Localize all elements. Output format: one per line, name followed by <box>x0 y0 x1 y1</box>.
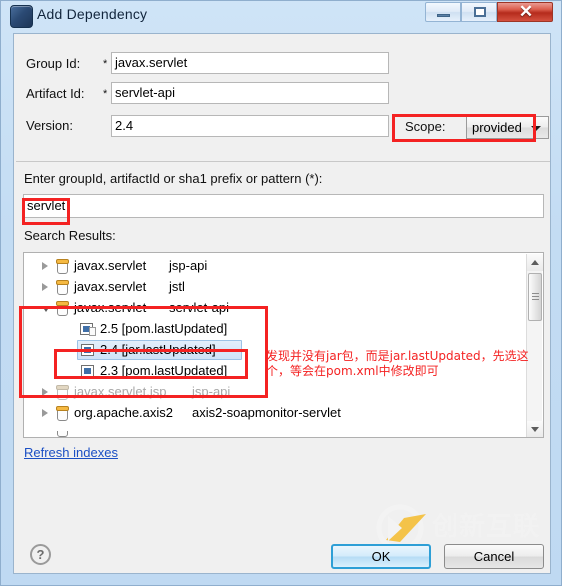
close-icon: ✕ <box>498 3 554 21</box>
maven-dependency-glyph: ⃺ <box>13 6 31 27</box>
chevron-right-icon[interactable] <box>42 283 48 291</box>
tree-row-version: 2.5 [pom.lastUpdated] <box>100 321 227 336</box>
window-title: Add Dependency <box>37 6 147 22</box>
tree-row[interactable]: javax.servlet servlet-api <box>24 298 524 319</box>
artifact-id-label: Artifact Id: <box>26 86 85 101</box>
tree-row[interactable]: 2.3 [pom.lastUpdated] <box>24 361 524 382</box>
chevron-right-icon[interactable] <box>42 388 48 396</box>
search-prompt-label: Enter groupId, artifactId or sha1 prefix… <box>24 171 322 186</box>
search-results-label: Search Results: <box>24 228 116 243</box>
scrollbar-grip-icon <box>532 293 539 300</box>
scroll-up-button[interactable] <box>527 254 543 271</box>
chevron-right-icon[interactable] <box>42 262 48 270</box>
tree-row[interactable]: javax.servlet jsp-api <box>24 256 524 277</box>
scroll-down-icon <box>531 427 539 432</box>
add-dependency-dialog: ⃺ Add Dependency ✕ Group Id: * javax.ser… <box>0 0 562 586</box>
scrollbar-thumb[interactable] <box>528 273 542 321</box>
tree-row-artifact: jsp-api <box>192 384 230 399</box>
chevron-down-icon <box>531 126 541 131</box>
tree-row-artifact: jstl <box>169 279 185 294</box>
scroll-down-button[interactable] <box>527 421 543 438</box>
tree-row-group: javax.servlet.jsp <box>74 384 166 399</box>
tree-row-group: javax.servlet <box>74 258 146 273</box>
section-divider <box>16 161 550 162</box>
version-input[interactable]: 2.4 <box>111 115 389 137</box>
version-pom-icon <box>80 323 93 335</box>
version-icon <box>81 365 94 377</box>
version-label: Version: <box>26 118 73 133</box>
jar-icon <box>56 259 69 274</box>
scroll-up-icon <box>531 260 539 265</box>
chevron-down-icon[interactable] <box>42 306 50 312</box>
tree-row-artifact: axis2-soapmonitor-servlet <box>192 405 341 420</box>
close-button[interactable]: ✕ <box>497 2 553 22</box>
tree-row-selected[interactable]: 2.4 [jar.lastUpdated] <box>24 340 524 361</box>
scope-value: provided <box>472 120 522 135</box>
tree-row[interactable]: org.apache.axis2 axis2-soapmonitor-servl… <box>24 403 524 424</box>
maven-dependency-icon: ⃺ <box>10 5 33 28</box>
search-results-tree[interactable]: javax.servlet jsp-api javax.servlet jstl… <box>23 252 544 438</box>
search-input[interactable]: servlet <box>23 194 544 218</box>
jar-icon <box>56 385 69 400</box>
maximize-icon <box>474 7 486 17</box>
tree-row-partial[interactable] <box>24 431 524 437</box>
chevron-right-icon[interactable] <box>42 409 48 417</box>
tree-row-group: org.apache.axis2 <box>74 405 173 420</box>
jar-icon <box>56 431 69 437</box>
scope-select[interactable]: provided <box>466 116 549 139</box>
tree-scrollbar[interactable] <box>526 254 542 438</box>
ok-button[interactable]: OK <box>331 544 431 569</box>
group-id-input[interactable]: javax.servlet <box>111 52 389 74</box>
tree-row-group: javax.servlet <box>74 300 146 315</box>
help-button[interactable]: ? <box>30 544 51 565</box>
cancel-button[interactable]: Cancel <box>444 544 544 569</box>
tree-row[interactable]: javax.servlet jstl <box>24 277 524 298</box>
tree-row-artifact: jsp-api <box>169 258 207 273</box>
tree-row[interactable]: javax.servlet.jsp jsp-api <box>24 382 524 403</box>
maximize-button[interactable] <box>461 2 497 22</box>
tree-row-group: javax.servlet <box>74 279 146 294</box>
tree-row-artifact: servlet-api <box>169 300 229 315</box>
title-bar[interactable]: ⃺ Add Dependency ✕ <box>1 1 562 31</box>
artifact-id-required-mark: * <box>103 88 107 100</box>
group-id-label: Group Id: <box>26 56 80 71</box>
artifact-id-input[interactable]: servlet-api <box>111 82 389 104</box>
watermark-title: 创新互联 <box>432 506 540 543</box>
tree-row-version: 2.4 [jar.lastUpdated] <box>100 342 216 357</box>
refresh-indexes-link[interactable]: Refresh indexes <box>24 445 118 460</box>
jar-icon <box>56 301 69 316</box>
group-id-required-mark: * <box>103 58 107 70</box>
jar-icon <box>56 406 69 421</box>
scope-label: Scope: <box>405 119 445 134</box>
dialog-content: Group Id: * javax.servlet Artifact Id: *… <box>13 33 551 574</box>
tree-row-version: 2.3 [pom.lastUpdated] <box>100 363 227 378</box>
jar-icon <box>56 280 69 295</box>
minimize-icon <box>437 14 450 17</box>
minimize-button[interactable] <box>425 2 461 22</box>
version-icon <box>81 344 94 356</box>
tree-row[interactable]: 2.5 [pom.lastUpdated] <box>24 319 524 340</box>
